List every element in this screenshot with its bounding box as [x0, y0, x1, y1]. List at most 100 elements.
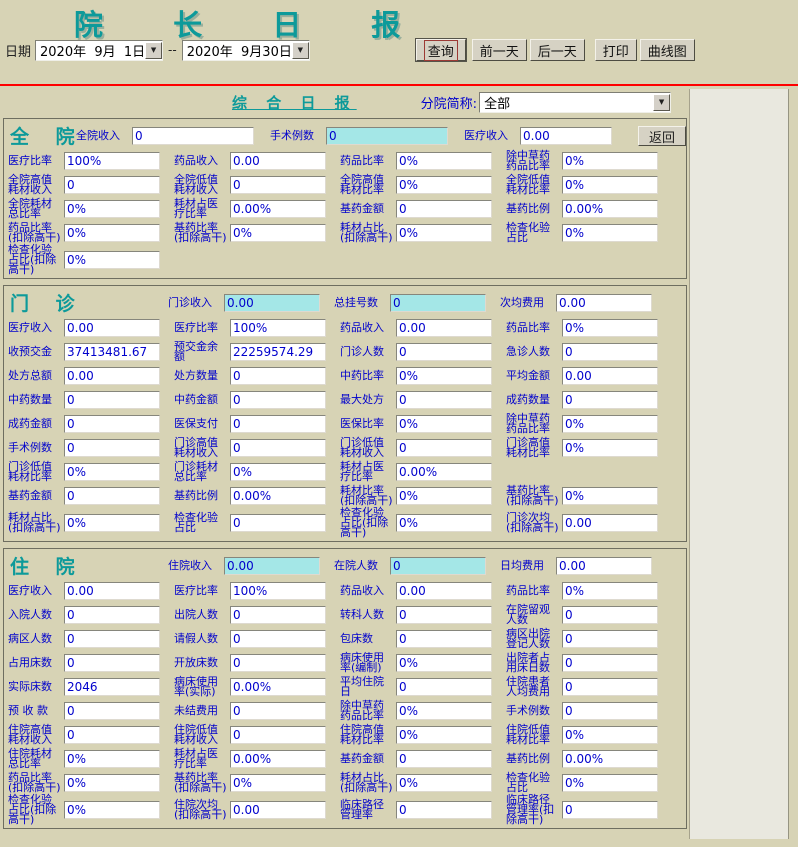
field-value[interactable]: 100%	[230, 582, 326, 600]
field-value[interactable]: 0%	[562, 487, 658, 505]
date-from-select[interactable]: 2020年 9月 1日 ▼	[35, 39, 164, 61]
field-value[interactable]: 0.00%	[396, 463, 492, 481]
field-value[interactable]: 0	[64, 702, 160, 720]
field-value[interactable]: 0%	[64, 200, 160, 218]
field-value[interactable]: 0	[396, 801, 492, 819]
field-value[interactable]: 0	[396, 343, 492, 361]
branch-select[interactable]: 全部 ▼	[479, 91, 672, 113]
chevron-down-icon[interactable]: ▼	[653, 93, 671, 111]
field-value[interactable]: 0%	[230, 774, 326, 792]
field-value[interactable]: 37413481.67	[64, 343, 160, 361]
field-value[interactable]: 0%	[562, 726, 658, 744]
field-value[interactable]: 0	[64, 415, 160, 433]
field-value[interactable]: 0.00	[64, 319, 160, 337]
date-to-select[interactable]: 2020年 9月30日 ▼	[181, 39, 310, 61]
field-value[interactable]: 0%	[562, 152, 658, 170]
field-value[interactable]: 0	[390, 293, 486, 312]
field-value[interactable]: 0.00	[520, 126, 612, 145]
field-value[interactable]: 0	[396, 606, 492, 624]
comprehensive-report-link[interactable]: 综 合 日 报	[232, 92, 357, 113]
field-value[interactable]: 0	[230, 726, 326, 744]
curve-chart-button[interactable]: 曲线图	[639, 39, 695, 61]
field-value[interactable]: 0	[396, 391, 492, 409]
field-value[interactable]: 0%	[64, 463, 160, 481]
field-value[interactable]: 0	[64, 176, 160, 194]
chevron-down-icon[interactable]: ▼	[145, 41, 163, 59]
field-value[interactable]: 0	[562, 678, 658, 696]
field-value[interactable]: 0	[64, 487, 160, 505]
field-value[interactable]: 0%	[396, 224, 492, 242]
field-value[interactable]: 0	[230, 514, 326, 532]
field-value[interactable]: 0.00	[556, 293, 652, 312]
field-value[interactable]: 0%	[396, 152, 492, 170]
field-value[interactable]: 0	[132, 126, 254, 145]
field-value[interactable]: 0	[230, 391, 326, 409]
field-value[interactable]: 0	[230, 415, 326, 433]
field-value[interactable]: 0.00	[64, 582, 160, 600]
field-value[interactable]: 0%	[396, 774, 492, 792]
field-value[interactable]: 0.00%	[562, 750, 658, 768]
field-value[interactable]: 0	[64, 630, 160, 648]
field-value[interactable]: 0	[230, 176, 326, 194]
field-value[interactable]: 0%	[396, 176, 492, 194]
field-value[interactable]: 0.00	[230, 801, 326, 819]
field-value[interactable]: 0%	[396, 367, 492, 385]
field-value[interactable]: 2046	[64, 678, 160, 696]
field-value[interactable]: 0	[230, 630, 326, 648]
field-value[interactable]: 0%	[562, 582, 658, 600]
field-value[interactable]: 0%	[396, 654, 492, 672]
field-value[interactable]: 100%	[230, 319, 326, 337]
field-value[interactable]: 0	[64, 654, 160, 672]
next-day-button[interactable]: 后一天	[529, 39, 585, 61]
field-value[interactable]: 0	[390, 556, 486, 575]
field-value[interactable]: 0.00%	[230, 750, 326, 768]
field-value[interactable]: 0	[396, 678, 492, 696]
field-value[interactable]: 0.00%	[562, 200, 658, 218]
field-value[interactable]: 0	[562, 343, 658, 361]
field-value[interactable]: 0%	[230, 224, 326, 242]
field-value[interactable]: 0%	[562, 774, 658, 792]
field-value[interactable]: 0%	[64, 514, 160, 532]
field-value[interactable]: 0	[230, 606, 326, 624]
field-value[interactable]: 0	[562, 630, 658, 648]
field-value[interactable]: 0%	[64, 251, 160, 269]
print-button[interactable]: 打印	[594, 39, 637, 61]
field-value[interactable]: 0%	[396, 726, 492, 744]
field-value[interactable]: 0%	[396, 415, 492, 433]
field-value[interactable]: 0%	[562, 319, 658, 337]
chevron-down-icon[interactable]: ▼	[291, 41, 309, 59]
field-value[interactable]: 0	[396, 630, 492, 648]
field-value[interactable]: 0	[64, 439, 160, 457]
field-value[interactable]: 0.00%	[230, 487, 326, 505]
field-value[interactable]: 0	[396, 750, 492, 768]
field-value[interactable]: 0.00%	[230, 678, 326, 696]
field-value[interactable]: 0	[562, 391, 658, 409]
field-value[interactable]: 0	[396, 439, 492, 457]
field-value[interactable]: 0.00	[396, 319, 492, 337]
prev-day-button[interactable]: 前一天	[471, 39, 527, 61]
query-button[interactable]: 查询	[415, 39, 466, 61]
field-value[interactable]: 0%	[396, 702, 492, 720]
field-value[interactable]: 0%	[396, 487, 492, 505]
field-value[interactable]: 0	[230, 702, 326, 720]
field-value[interactable]: 0	[64, 606, 160, 624]
field-value[interactable]: 0.00%	[230, 200, 326, 218]
field-value[interactable]: 22259574.29	[230, 343, 326, 361]
field-value[interactable]: 0	[562, 702, 658, 720]
field-value[interactable]: 0.00	[230, 152, 326, 170]
return-button[interactable]: 返回	[638, 125, 686, 146]
field-value[interactable]: 0.00	[64, 367, 160, 385]
field-value[interactable]: 0	[562, 606, 658, 624]
field-value[interactable]: 0	[230, 367, 326, 385]
field-value[interactable]: 0.00	[396, 582, 492, 600]
field-value[interactable]: 0%	[64, 224, 160, 242]
field-value[interactable]: 0%	[562, 439, 658, 457]
field-value[interactable]: 100%	[64, 152, 160, 170]
field-value[interactable]: 0%	[562, 176, 658, 194]
field-value[interactable]: 0	[396, 200, 492, 218]
field-value[interactable]: 0%	[562, 415, 658, 433]
field-value[interactable]: 0	[326, 126, 448, 145]
field-value[interactable]: 0%	[64, 750, 160, 768]
field-value[interactable]: 0%	[562, 224, 658, 242]
field-value[interactable]: 0	[64, 391, 160, 409]
